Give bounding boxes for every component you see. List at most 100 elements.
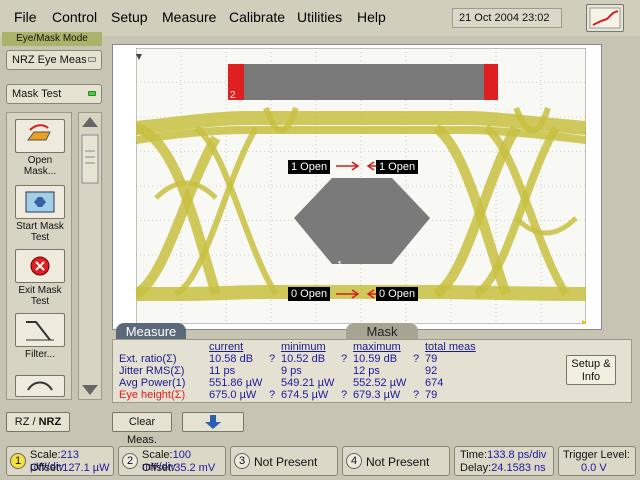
measure-type-label: NRZ Eye Meas: [12, 54, 87, 66]
more-tool-icon: [15, 375, 65, 397]
row-minimum: 9 ps: [281, 365, 302, 377]
open-mask-label: Open Mask...: [23, 155, 57, 177]
tool-scrollbar[interactable]: [78, 112, 102, 400]
start-mask-test-button[interactable]: Start Mask Test: [11, 185, 69, 243]
row-name: Ext. ratio(Σ): [119, 353, 177, 365]
row-current: 551.86 µW: [209, 377, 263, 389]
row-minimum: 10.52 dB: [281, 353, 326, 365]
open-label-1-right: 1 Open: [376, 160, 419, 174]
start-mask-test-label: Start Mask Test: [16, 221, 64, 243]
scope-mode-icon[interactable]: [586, 4, 624, 32]
select-indicator-icon: [88, 57, 96, 62]
row-total: 92: [425, 365, 438, 377]
row-name: Avg Power(1): [119, 377, 186, 389]
trigger-control[interactable]: Trigger Level: 0.0 V: [558, 446, 636, 476]
row-total: 79: [425, 389, 438, 401]
scroll-down-button[interactable]: [182, 412, 244, 432]
mask-test-toggle[interactable]: Mask Test: [6, 84, 102, 104]
open-label-0-left: 0 Open: [288, 287, 331, 301]
channel-3-control[interactable]: 3 Not Present: [230, 446, 338, 476]
channel-2-offset-value: 35.2 mV: [174, 462, 216, 474]
row-maximum: 12 ps: [353, 365, 380, 377]
time-label: Time:: [460, 449, 488, 461]
open-label-1-left: 1 Open: [288, 160, 331, 174]
row-current: 11 ps: [209, 365, 236, 377]
date-time-display: 21 Oct 2004 23:02: [452, 8, 562, 28]
waveform-display[interactable]: 2 1 1 Open 1 Open 0 Open 0 Open: [136, 48, 586, 324]
channel-2-offset-label: Offset:: [142, 462, 175, 474]
open-mask-icon: [15, 119, 65, 153]
menu-help[interactable]: Help: [357, 9, 386, 25]
row-q1: ?: [269, 353, 276, 365]
menu-bar: File Control Setup Measure Calibrate Uti…: [0, 0, 640, 36]
row-total: 79: [425, 353, 438, 365]
menu-control[interactable]: Control: [52, 9, 97, 25]
time-value: 133.8 ps/div: [487, 449, 547, 461]
row-minimum: 674.5 µW: [281, 389, 329, 401]
channel-1-control[interactable]: 1 Scale:213 µW/div Offset:127.1 µW: [6, 446, 114, 476]
row-current: 675.0 µW: [209, 389, 257, 401]
trigger-label: Trigger Level:: [563, 449, 630, 461]
channel-1-offset-label: Offset:: [30, 462, 63, 474]
rz-nrz-separator: /: [29, 416, 39, 428]
mask-region-2-label: 2: [230, 90, 236, 101]
exit-mask-icon: [15, 249, 65, 283]
col-maximum-header: maximum: [353, 341, 401, 353]
row-name: Jitter RMS(Σ): [119, 365, 185, 377]
delay-value: 24.1583 ns: [491, 462, 546, 474]
menu-file[interactable]: File: [14, 9, 37, 25]
mask-test-label: Mask Test: [12, 88, 62, 100]
mask-region-1-label: 1: [337, 260, 343, 271]
channel-2-badge: 2: [122, 453, 138, 469]
setup-info-button[interactable]: Setup & Info: [566, 355, 616, 385]
col-current-header: current: [209, 341, 244, 353]
filter-button[interactable]: Filter...: [11, 313, 69, 360]
menu-calibrate[interactable]: Calibrate: [229, 9, 285, 25]
eye-diagram: 2 1: [136, 48, 586, 324]
exit-mask-test-label: Exit Mask Test: [18, 285, 62, 307]
row-maximum: 10.59 dB: [353, 353, 398, 365]
channel-3-badge: 3: [234, 453, 250, 469]
row-maximum: 552.52 µW: [353, 377, 407, 389]
row-name: Eye height(Σ): [119, 389, 186, 401]
rz-label: RZ: [14, 416, 30, 428]
channel-4-status: Not Present: [366, 455, 430, 469]
channel-1-scale-label: Scale:: [30, 449, 61, 461]
arrow-down-icon: [205, 415, 221, 429]
timebase-control[interactable]: Time:133.8 ps/div Delay:24.1583 ns: [454, 446, 554, 476]
trigger-value: 0.0 V: [581, 462, 607, 474]
clear-meas-button[interactable]: Clear Meas.: [112, 412, 172, 446]
mask-test-led-icon: [88, 91, 96, 96]
row-q1: ?: [269, 389, 276, 401]
row-q3: ?: [413, 389, 420, 401]
channel-3-status: Not Present: [254, 455, 318, 469]
open-mask-button[interactable]: Open Mask...: [11, 119, 69, 177]
delay-label: Delay:: [460, 462, 492, 474]
upper-mask-violation-right: [484, 64, 498, 100]
eye-mask-mode-label: Eye/Mask Mode: [2, 32, 102, 46]
col-minimum-header: minimum: [281, 341, 326, 353]
filter-icon: [15, 313, 65, 347]
start-mask-icon: [15, 185, 65, 219]
exit-mask-test-button[interactable]: Exit Mask Test: [11, 249, 69, 307]
menu-setup[interactable]: Setup: [111, 9, 148, 25]
channel-2-scale-label: Scale:: [142, 449, 173, 461]
channel-2-control[interactable]: 2 Scale:100 mV/div Offset:35.2 mV: [118, 446, 226, 476]
tool-panel: Open Mask... Start Mask Test Exit Mask T…: [6, 112, 72, 400]
row-maximum: 679.3 µW: [353, 389, 401, 401]
row-q2: ?: [341, 353, 348, 365]
rz-nrz-toggle[interactable]: RZ / NRZ: [6, 412, 70, 432]
channel-1-badge: 1: [10, 453, 26, 469]
row-minimum: 549.21 µW: [281, 377, 335, 389]
row-q3: ?: [413, 353, 420, 365]
menu-measure[interactable]: Measure: [162, 9, 216, 25]
nrz-label: NRZ: [38, 416, 62, 428]
menu-utilities[interactable]: Utilities: [297, 9, 342, 25]
filter-label: Filter...: [24, 349, 55, 360]
row-current: 10.58 dB: [209, 353, 254, 365]
measure-type-select[interactable]: NRZ Eye Meas: [6, 50, 102, 70]
more-tool-button[interactable]: [11, 375, 69, 399]
measurement-table: current minimum maximum total meas Ext. …: [112, 339, 632, 403]
row-total: 674: [425, 377, 444, 389]
channel-4-control[interactable]: 4 Not Present: [342, 446, 450, 476]
